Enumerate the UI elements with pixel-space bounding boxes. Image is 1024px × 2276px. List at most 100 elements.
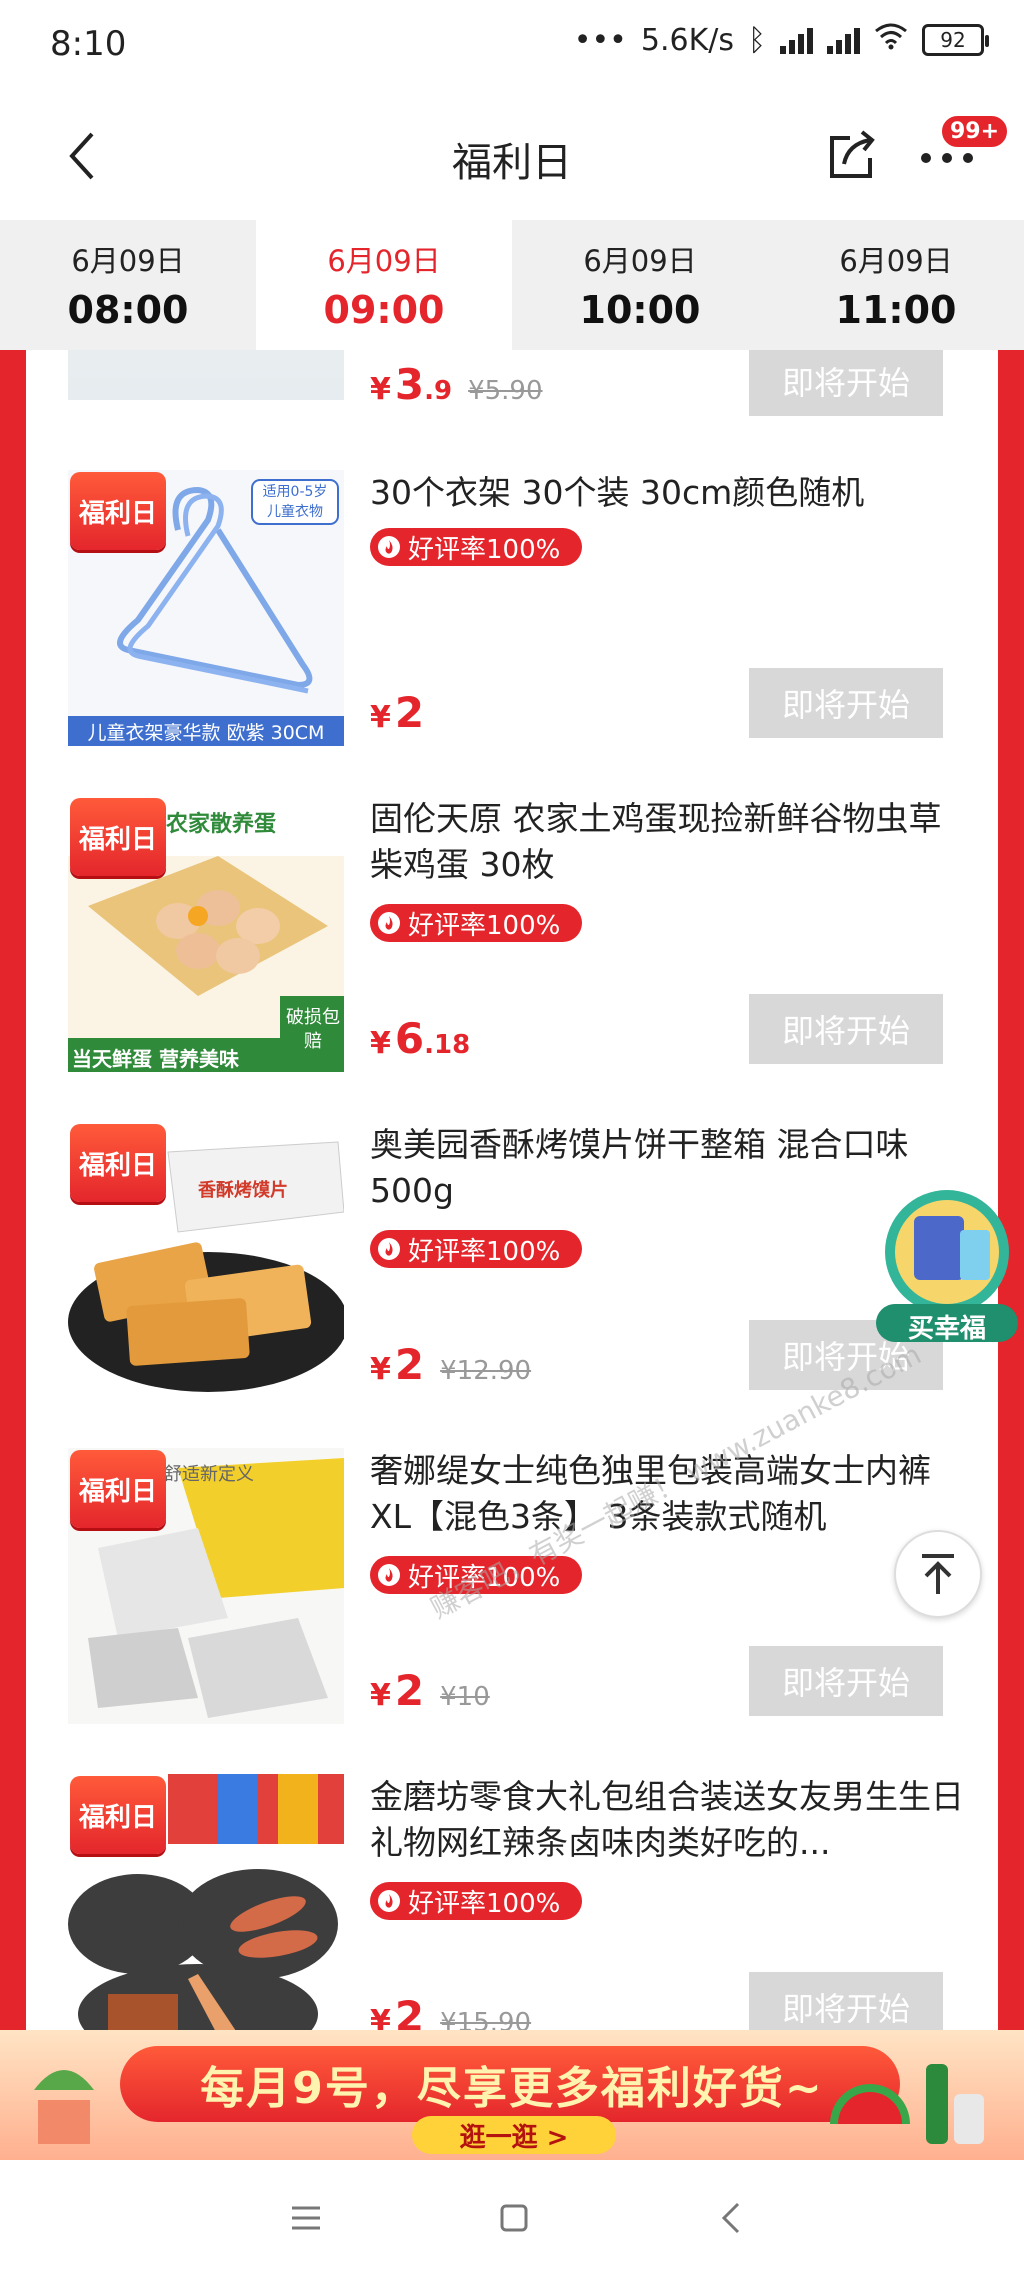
product-image: 舒适新定义 福利日 <box>68 1448 344 1724</box>
bluetooth-icon: ᛒ <box>748 22 766 58</box>
tab-1100[interactable]: 6月09日 11:00 <box>768 220 1024 350</box>
product-item[interactable]: 福利日 金磨坊零食大礼包组合装送女友男生生日礼物网红辣条卤味肉类好吃的... 好… <box>26 1774 998 2030</box>
share-icon <box>830 130 875 178</box>
tab-date: 6月09日 <box>71 244 185 278</box>
price-int: 2 <box>394 1992 425 2030</box>
egg-headline: 农家散养蛋 <box>166 812 277 837</box>
coming-soon-button[interactable]: 即将开始 <box>749 668 943 738</box>
network-speed: 5.6K/s <box>640 22 734 58</box>
product-price: ¥2 ¥10 <box>370 1666 490 1715</box>
rating-badge: 好评率100% <box>370 528 583 566</box>
system-nav-bar <box>0 2160 1024 2276</box>
tab-time: 08:00 <box>67 288 189 332</box>
rating-text: 好评率100% <box>408 1236 561 1267</box>
flame-icon <box>378 912 400 934</box>
original-price: ¥15.90 <box>440 2008 532 2030</box>
product-image <box>68 350 344 400</box>
battery-icon: 92 <box>922 24 989 56</box>
coming-soon-button[interactable]: 即将开始 <box>749 1646 943 1716</box>
signal-hd-icon <box>780 26 813 54</box>
egg-caption: 当天鲜蛋 营养美味 <box>72 1047 239 1071</box>
tab-0800[interactable]: 6月09日 08:00 <box>0 220 256 350</box>
rating-badge: 好评率100% <box>370 904 583 942</box>
buy-happiness-float[interactable]: 买幸福 <box>872 1186 1022 1346</box>
flame-icon <box>378 1238 400 1260</box>
price-dec: .18 <box>424 1030 471 1060</box>
price-int: 2 <box>394 1666 425 1715</box>
left-red-border <box>0 350 26 2030</box>
flame-icon <box>378 1564 400 1586</box>
product-image: 福利日 <box>68 1774 344 2030</box>
tab-time: 10:00 <box>579 288 701 332</box>
home-button[interactable] <box>494 2198 534 2238</box>
tab-date: 6月09日 <box>327 244 441 278</box>
status-bar: 8:10 ••• 5.6K/s ᛒ 92 <box>0 0 1024 90</box>
product-title: 30个衣架 30个装 30cm颜色随机 <box>370 473 865 512</box>
menu-icon <box>292 2206 320 2230</box>
price-int: 2 <box>394 1340 425 1389</box>
original-price: ¥12.90 <box>440 1356 532 1386</box>
coming-soon-button[interactable]: 即将开始 <box>749 350 943 416</box>
tab-1000[interactable]: 6月09日 10:00 <box>512 220 768 350</box>
rating-badge: 好评率100% <box>370 1230 583 1268</box>
banner-text: 每月9号，尽享更多福利好货~ <box>200 2063 824 2114</box>
time-tabs: 6月09日 08:00 6月09日 09:00 6月09日 10:00 6月09… <box>0 220 1024 350</box>
nav-bar: 福利日 99+ <box>0 90 1024 220</box>
product-price: ¥2 ¥15.90 <box>370 1992 531 2030</box>
price-int: 3 <box>394 360 425 409</box>
original-price: ¥5.90 <box>468 376 543 406</box>
flame-icon <box>378 536 400 558</box>
promo-banner[interactable]: 每月9号，尽享更多福利好货~ 逛一逛 > <box>0 2030 1024 2160</box>
status-time: 8:10 <box>50 24 127 64</box>
menu-button[interactable] <box>286 2198 326 2238</box>
arrow-up-icon <box>922 1554 954 1594</box>
battery-level: 92 <box>940 28 966 52</box>
welfare-day-tag: 福利日 <box>70 1124 166 1202</box>
home-icon <box>500 2204 528 2232</box>
product-title: 金磨坊零食大礼包组合装送女友男生生日礼物网红辣条卤味肉类好吃的... <box>370 1777 964 1862</box>
signal-icon <box>827 26 860 54</box>
flame-icon <box>378 1890 400 1912</box>
product-item[interactable]: 舒适新定义 福利日 奢娜缇女士纯色独里包装高端女士内裤 XL【混色3条】 3条装… <box>26 1448 998 1774</box>
coming-soon-button[interactable]: 即将开始 <box>749 994 943 1064</box>
product-item[interactable]: ¥3.9 ¥5.90 即将开始 <box>26 350 998 450</box>
wifi-icon <box>874 22 908 58</box>
rating-text: 好评率100% <box>408 910 561 941</box>
share-button[interactable] <box>822 124 882 184</box>
float-promo-label: 买幸福 <box>907 1314 986 1344</box>
tab-0900[interactable]: 6月09日 09:00 <box>256 220 512 350</box>
product-list[interactable]: ¥3.9 ¥5.90 即将开始 适用0-5岁 儿童衣物 儿童衣架豪华款 欧紫 3… <box>0 350 1024 2030</box>
product-image: 适用0-5岁 儿童衣物 儿童衣架豪华款 欧紫 30CM 福利日 <box>68 470 344 746</box>
coming-soon-button[interactable]: 即将开始 <box>749 1972 943 2030</box>
tab-time: 09:00 <box>323 288 445 332</box>
system-back-button[interactable] <box>712 2198 752 2238</box>
product-price: ¥2 ¥12.90 <box>370 1340 532 1389</box>
product-item[interactable]: 农家散养蛋 当天鲜蛋 营养美味 破损包赔 福利日 固伦天原 农家土鸡蛋现捡新鲜谷… <box>26 796 998 1122</box>
product-title: 固伦天原 农家土鸡蛋现捡新鲜谷物虫草柴鸡蛋 30枚 <box>370 799 942 884</box>
price-int: 2 <box>394 688 425 737</box>
browse-button[interactable]: 逛一逛 > <box>412 2116 616 2154</box>
status-icons: ••• 5.6K/s ᛒ 92 <box>573 22 989 58</box>
more-dots-icon: ••• <box>573 22 627 58</box>
rating-text: 好评率100% <box>408 534 561 565</box>
product-price: ¥2 <box>370 688 425 737</box>
tab-date: 6月09日 <box>839 244 953 278</box>
welfare-day-tag: 福利日 <box>70 798 166 876</box>
rating-badge: 好评率100% <box>370 1882 583 1920</box>
snack-box-label: 香酥烤馍片 <box>198 1180 288 1201</box>
notification-badge: 99+ <box>940 114 1010 149</box>
hanger-note: 适用0-5岁 儿童衣物 <box>262 484 328 520</box>
product-item[interactable]: 适用0-5岁 儿童衣物 儿童衣架豪华款 欧紫 30CM 福利日 30个衣架 30… <box>26 470 998 796</box>
price-int: 6 <box>394 1014 425 1063</box>
product-price: ¥6.18 <box>370 1014 471 1063</box>
tab-time: 11:00 <box>835 288 957 332</box>
welfare-day-tag: 福利日 <box>70 1450 166 1528</box>
product-image: 农家散养蛋 当天鲜蛋 营养美味 破损包赔 福利日 <box>68 796 344 1072</box>
product-price: ¥3.9 ¥5.90 <box>370 360 543 409</box>
rating-text: 好评率100% <box>408 1888 561 1919</box>
underwear-headline: 舒适新定义 <box>164 1464 254 1485</box>
original-price: ¥10 <box>440 1682 490 1712</box>
hanger-caption: 儿童衣架豪华款 欧紫 30CM <box>87 722 325 744</box>
price-dec: .9 <box>424 376 453 406</box>
scroll-top-button[interactable] <box>894 1530 982 1618</box>
